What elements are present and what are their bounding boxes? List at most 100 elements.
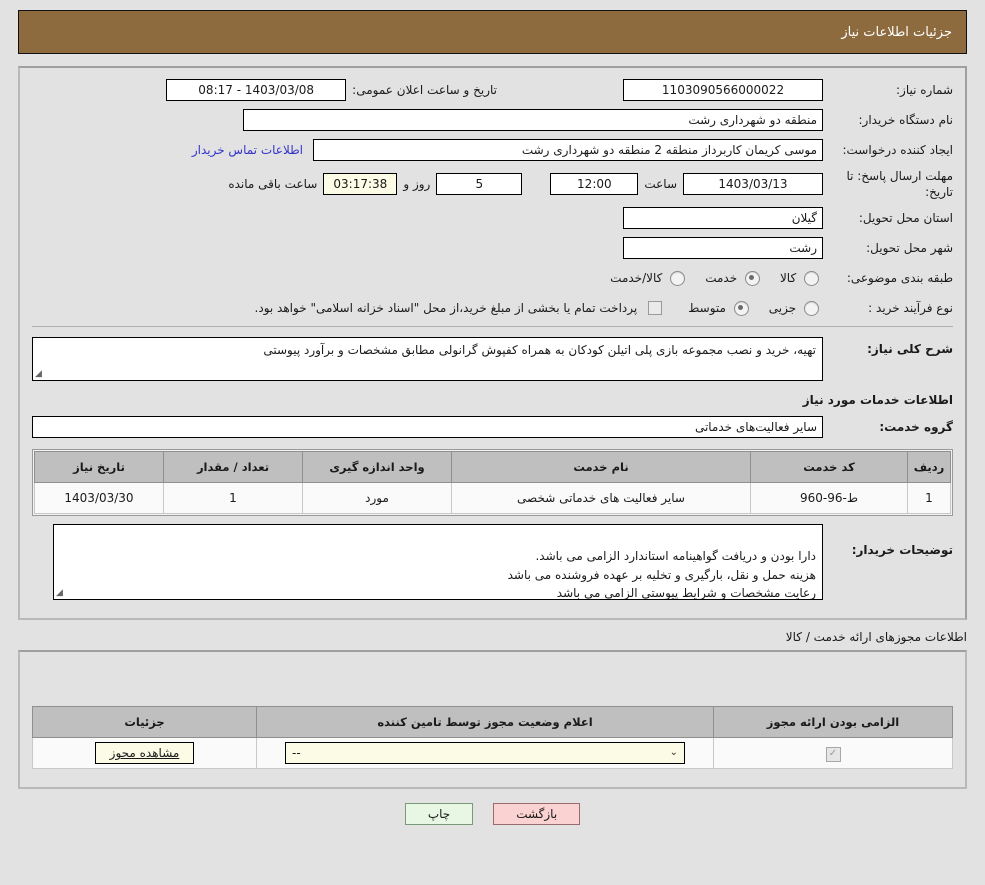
th-permit-status: اعلام وضعیت مجوز توسط تامین کننده [256, 706, 714, 739]
cell-name: سایر فعالیت های خدماتی شخصی [451, 482, 751, 515]
hour-label: ساعت [644, 177, 677, 192]
permit-required-checkbox: ✓ [825, 746, 841, 762]
row-need-number: شماره نیاز: 1103090566000022 تاریخ و ساع… [32, 78, 953, 102]
service-group-value: سایر فعالیت‌های خدماتی [32, 416, 823, 439]
footer-buttons: بازگشت چاپ [0, 803, 985, 826]
row-deadline: مهلت ارسال پاسخ: تا تاریخ: 1403/03/13 سا… [32, 168, 953, 200]
cell-qty: 1 [163, 482, 303, 515]
resize-grip-icon[interactable]: ◢ [34, 370, 43, 379]
category-radio-group: کالا خدمت کالا/خدمت [608, 270, 823, 286]
category-option-label: خدمت [705, 271, 738, 286]
row-province: استان محل تحویل: گیلان [32, 206, 953, 230]
category-option-khedmat[interactable]: خدمت [703, 270, 764, 286]
print-button[interactable]: چاپ [404, 803, 474, 826]
cell-permit-status: ⌄ -- [256, 737, 714, 770]
buyer-org-label: نام دستگاه خریدار: [858, 112, 954, 127]
city-value: رشت [623, 237, 823, 260]
row-city: شهر محل تحویل: رشت [32, 236, 953, 260]
treasury-checkbox[interactable] [648, 301, 663, 316]
permit-status-select[interactable]: ⌄ -- [285, 742, 685, 765]
table-header-row: الزامی بودن ارائه مجوز اعلام وضعیت مجوز … [32, 706, 953, 739]
cell-unit: مورد [302, 482, 452, 515]
row-creator: ایجاد کننده درخواست: موسی کریمان کاربردا… [32, 138, 953, 162]
services-table-wrap: ردیف کد خدمت نام خدمت واحد اندازه گیری ت… [32, 449, 953, 517]
radio-icon[interactable] [804, 300, 819, 316]
process-radio-group: جزیی متوسط [686, 300, 823, 316]
process-option-jozi[interactable]: جزیی [767, 300, 823, 316]
row-category: طبقه بندی موضوعی: کالا خدمت کالا/خدمت [32, 266, 953, 290]
countdown-timer: 03:17:38 [323, 173, 398, 196]
category-option-label: کالا/خدمت [610, 271, 663, 286]
announce-value: 1403/03/08 - 08:17 [166, 79, 347, 101]
creator-value: موسی کریمان کاربرداز منطقه 2 منطقه دو شه… [313, 139, 823, 161]
radio-checked-icon[interactable] [733, 300, 749, 316]
permit-status-value: -- [292, 746, 301, 761]
province-label: استان محل تحویل: [858, 211, 953, 226]
th-unit: واحد اندازه گیری [302, 451, 452, 484]
need-desc-value: تهیه، خرید و نصب مجموعه بازی پلی اتیلن ک… [32, 337, 823, 382]
radio-checked-icon[interactable] [744, 270, 760, 286]
treasury-checkbox-label: پرداخت تمام یا بخشی از مبلغ خرید،از محل … [254, 301, 638, 316]
radio-icon[interactable] [670, 270, 686, 286]
category-option-kala-khedmat[interactable]: کالا/خدمت [608, 270, 689, 286]
cell-permit-details: مشاهده مجوز [32, 737, 257, 770]
process-label: نوع فرآیند خرید : [868, 301, 953, 316]
permits-table-wrap: الزامی بودن ارائه مجوز اعلام وضعیت مجوز … [32, 706, 953, 770]
th-date: تاریخ نیاز [34, 451, 164, 484]
deadline-time-value: 12:00 [550, 173, 639, 196]
table-row: ✓ ⌄ -- مشاهده مجوز [32, 737, 953, 770]
row-buyer-org: نام دستگاه خریدار: منطقه دو شهرداری رشت [32, 108, 953, 132]
countdown-label: ساعت باقی مانده [228, 177, 318, 192]
buyer-notes-value: دارا بودن و دریافت گواهینامه استاندارد ا… [53, 524, 823, 601]
page-title-bar: جزئیات اطلاعات نیاز [18, 10, 967, 54]
buyer-org-value: منطقه دو شهرداری رشت [243, 109, 823, 131]
cell-date: 1403/03/30 [34, 482, 164, 515]
process-option-label: متوسط [688, 301, 726, 316]
remaining-days-value: 5 [436, 173, 523, 196]
permits-table: الزامی بودن ارائه مجوز اعلام وضعیت مجوز … [32, 706, 953, 770]
need-number-label: شماره نیاز: [896, 82, 953, 97]
table-header-row: ردیف کد خدمت نام خدمت واحد اندازه گیری ت… [34, 451, 951, 484]
radio-icon[interactable] [804, 270, 819, 286]
th-qty: تعداد / مقدار [163, 451, 303, 484]
service-group-label: گروه خدمت: [879, 420, 953, 435]
chevron-down-icon: ⌄ [669, 747, 678, 759]
row-process-type: نوع فرآیند خرید : جزیی متوسط پرداخت تمام… [32, 296, 953, 320]
deadline-label: مهلت ارسال پاسخ: تا تاریخ: [846, 169, 953, 200]
buyer-contact-link[interactable]: اطلاعات تماس خریدار [192, 143, 303, 157]
page-title: جزئیات اطلاعات نیاز [841, 24, 952, 40]
row-need-description: شرح کلی نیاز: تهیه، خرید و نصب مجموعه با… [32, 337, 953, 382]
need-desc-text: تهیه، خرید و نصب مجموعه بازی پلی اتیلن ک… [263, 343, 816, 358]
permits-section-title: اطلاعات مجوزهای ارائه خدمت / کالا [785, 630, 967, 645]
services-table: ردیف کد خدمت نام خدمت واحد اندازه گیری ت… [34, 451, 951, 515]
city-label: شهر محل تحویل: [866, 241, 953, 256]
view-permit-button[interactable]: مشاهده مجوز [94, 742, 195, 765]
cell-row: 1 [907, 482, 951, 515]
resize-grip-icon[interactable]: ◢ [55, 589, 64, 598]
back-button[interactable]: بازگشت [493, 803, 581, 826]
process-option-label: جزیی [768, 301, 797, 316]
province-value: گیلان [623, 207, 823, 230]
category-label: طبقه بندی موضوعی: [846, 271, 953, 286]
services-section-title: اطلاعات خدمات مورد نیاز [802, 393, 953, 408]
remaining-days-label: روز و [403, 177, 431, 192]
row-service-group: گروه خدمت: سایر فعالیت‌های خدماتی [32, 415, 953, 439]
th-code: کد خدمت [750, 451, 908, 484]
need-info-panel: شماره نیاز: 1103090566000022 تاریخ و ساع… [18, 66, 967, 621]
table-row: 1 ط-96-960 سایر فعالیت های خدماتی شخصی م… [34, 482, 951, 515]
creator-label: ایجاد کننده درخواست: [842, 142, 953, 157]
buyer-notes-label: توضیحات خریدار: [851, 543, 953, 558]
th-name: نام خدمت [451, 451, 751, 484]
th-permit-required: الزامی بودن ارائه مجوز [713, 706, 953, 739]
permits-panel: الزامی بودن ارائه مجوز اعلام وضعیت مجوز … [18, 650, 967, 790]
divider [32, 326, 953, 328]
cell-permit-required: ✓ [713, 737, 953, 770]
announce-label: تاریخ و ساعت اعلان عمومی: [352, 83, 497, 97]
process-option-motevaset[interactable]: متوسط [686, 300, 753, 316]
cell-code: ط-96-960 [750, 482, 908, 515]
category-option-kala[interactable]: کالا [778, 270, 823, 286]
category-option-label: کالا [779, 271, 797, 286]
th-row: ردیف [907, 451, 951, 484]
th-permit-details: جزئیات [32, 706, 257, 739]
need-number-value: 1103090566000022 [623, 79, 823, 101]
